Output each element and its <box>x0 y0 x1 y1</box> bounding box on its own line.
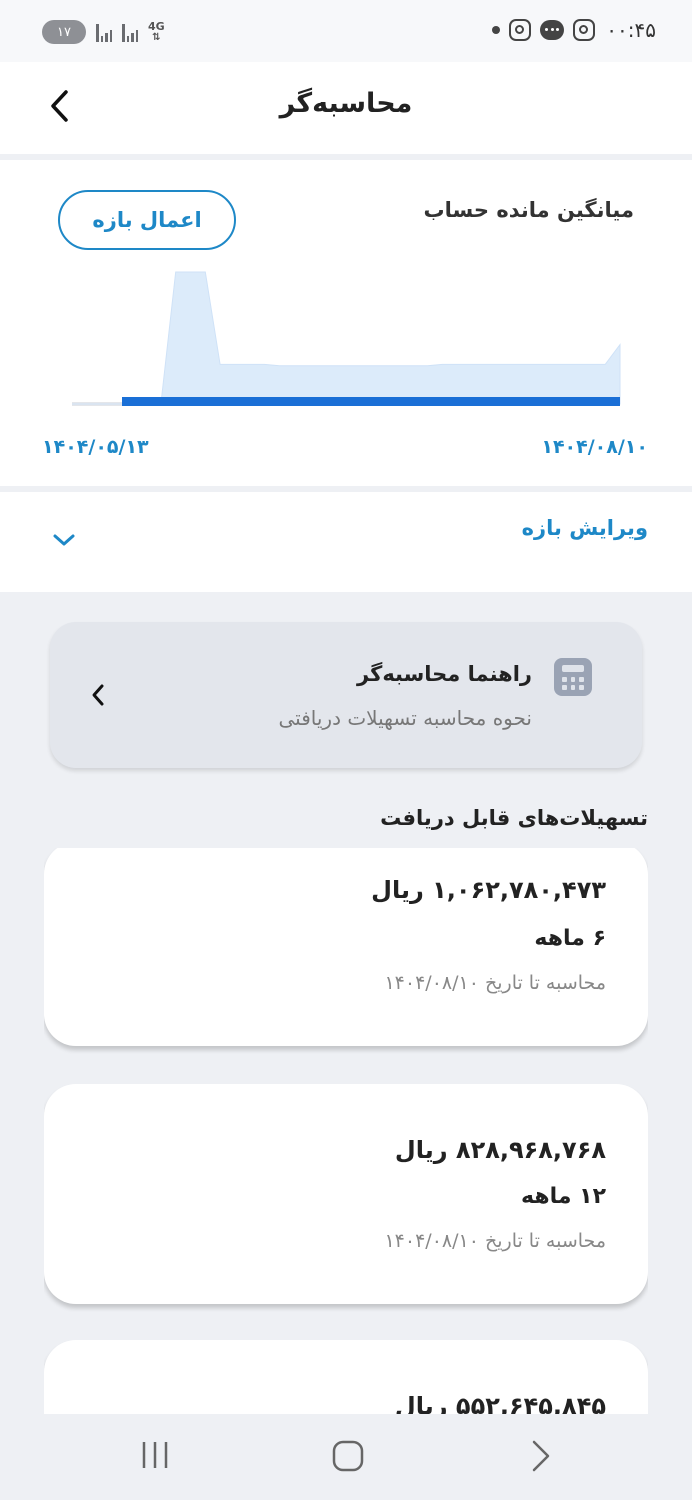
status-left: ۱۷ 4G ⇅ <box>42 20 165 44</box>
chart-title: میانگین مانده حساب <box>423 198 634 222</box>
loan-calc-date: محاسبه تا تاریخ ۱۴۰۴/۰۸/۱۰ <box>384 1230 606 1252</box>
selected-range-bar <box>122 397 620 406</box>
signal-icon <box>96 22 112 42</box>
back-nav-icon[interactable] <box>528 1438 554 1474</box>
loan-card[interactable]: ۱,۰۶۲,۷۸۰,۴۷۳ ریال ۶ ماهه محاسبه تا تاری… <box>44 848 648 1046</box>
loan-card[interactable]: ۵۵۲,۶۴۵,۸۴۵ ریال <box>44 1340 648 1414</box>
app-header: محاسبه‌گر <box>0 62 692 154</box>
recent-apps-icon[interactable] <box>140 1438 170 1472</box>
message-icon <box>540 20 565 40</box>
battery-indicator: ۱۷ <box>42 20 86 44</box>
loan-amount: ۱,۰۶۲,۷۸۰,۴۷۳ ریال <box>371 876 606 904</box>
edit-range-label: ویرایش بازه <box>521 516 648 540</box>
end-date-label: ۱۴۰۴/۰۸/۱۰ <box>541 436 648 458</box>
calculator-icon <box>554 658 592 696</box>
balance-chart-card: میانگین مانده حساب اعمال بازه ۱۴۰۴/۰۵/۱۳… <box>0 160 692 486</box>
network-type: 4G <box>148 20 165 33</box>
notification-dot-icon <box>492 26 501 34</box>
apply-range-button[interactable]: اعمال بازه <box>58 190 236 250</box>
data-arrows-icon: ⇅ <box>152 32 161 43</box>
system-nav-bar <box>0 1414 692 1500</box>
signal-icon <box>122 22 138 42</box>
loans-section-title: تسهیلات‌های قابل دریافت <box>380 806 648 830</box>
screen: ۱۷ 4G ⇅ ۰۰:۴۵ <box>0 0 692 1500</box>
balance-area-chart[interactable] <box>0 260 692 420</box>
guide-title: راهنما محاسبه‌گر <box>357 662 532 686</box>
instagram-icon <box>509 19 532 41</box>
loan-list: ۱,۰۶۲,۷۸۰,۴۷۳ ریال ۶ ماهه محاسبه تا تاری… <box>44 848 648 1414</box>
balance-area-series <box>72 271 621 405</box>
instagram-icon <box>573 19 596 41</box>
page-title: محاسبه‌گر <box>279 88 413 119</box>
calculator-guide-card[interactable]: راهنما محاسبه‌گر نحوه محاسبه تسهیلات دری… <box>50 622 642 768</box>
status-right: ۰۰:۴۵ <box>492 18 656 42</box>
loan-term: ۶ ماهه <box>534 926 606 951</box>
loan-term: ۱۲ ماهه <box>521 1184 606 1209</box>
status-bar: ۱۷ 4G ⇅ ۰۰:۴۵ <box>0 0 692 62</box>
start-date-label: ۱۴۰۴/۰۵/۱۳ <box>42 436 149 458</box>
home-icon[interactable] <box>330 1438 366 1474</box>
loan-calc-date: محاسبه تا تاریخ ۱۴۰۴/۰۸/۱۰ <box>384 972 606 994</box>
loan-amount: ۸۲۸,۹۶۸,۷۶۸ ریال <box>394 1136 606 1164</box>
network-indicator: 4G ⇅ <box>148 21 165 43</box>
loan-card[interactable]: ۸۲۸,۹۶۸,۷۶۸ ریال ۱۲ ماهه محاسبه تا تاریخ… <box>44 1084 648 1304</box>
clock: ۰۰:۴۵ <box>606 18 656 42</box>
loan-amount: ۵۵۲,۶۴۵,۸۴۵ ریال <box>394 1392 606 1414</box>
chevron-down-icon <box>53 534 75 546</box>
guide-subtitle: نحوه محاسبه تسهیلات دریافتی <box>278 706 532 730</box>
edit-range-toggle[interactable]: ویرایش بازه <box>0 492 692 592</box>
chevron-left-icon <box>92 684 104 706</box>
